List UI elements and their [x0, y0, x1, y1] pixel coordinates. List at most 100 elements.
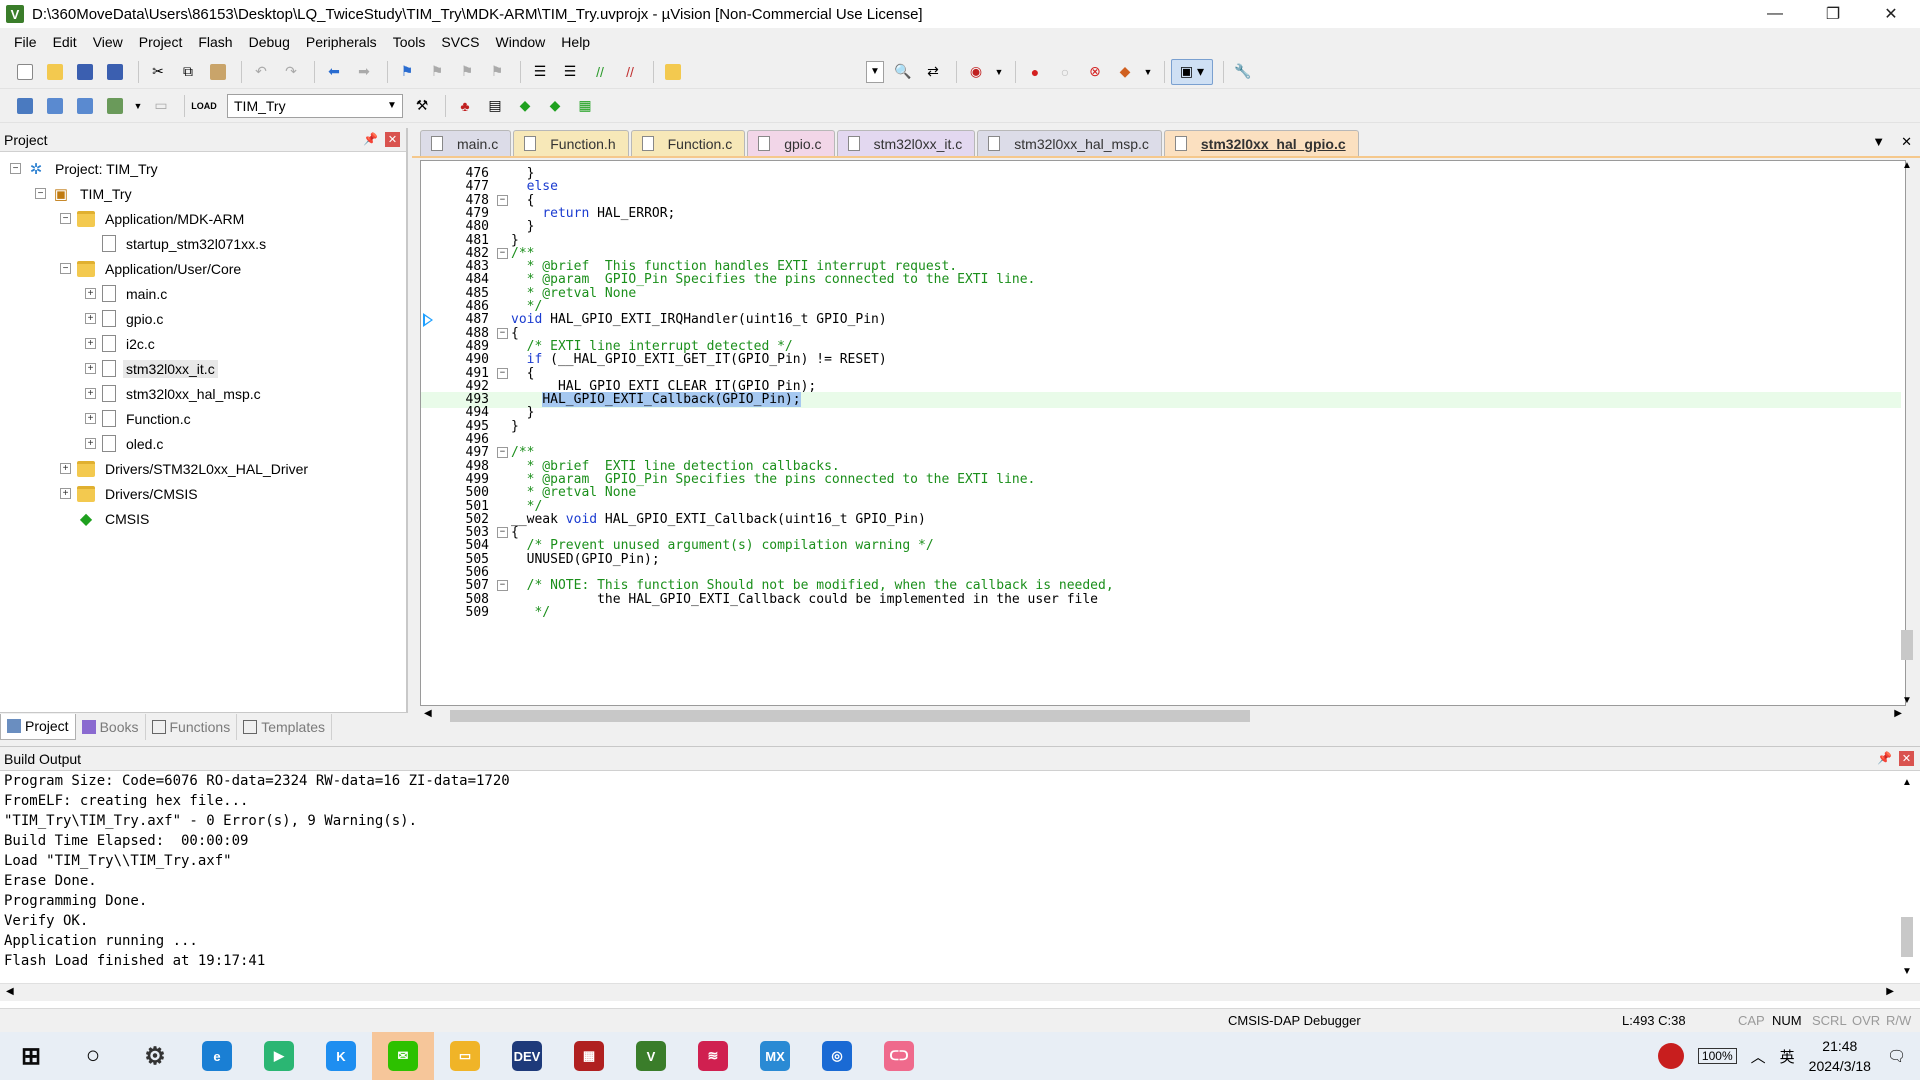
- configure-icon[interactable]: ◆: [1112, 59, 1138, 85]
- paste-icon[interactable]: [205, 59, 231, 85]
- build-output-vertical-scrollbar[interactable]: ▲ ▼: [1900, 777, 1914, 977]
- settings-wrench-icon[interactable]: 🔧: [1230, 59, 1256, 85]
- chevron-up-icon[interactable]: ︿: [1751, 1046, 1766, 1067]
- tab-templates[interactable]: Templates: [237, 713, 333, 740]
- tree-item[interactable]: − ▣ TIM_Try: [0, 181, 406, 206]
- kill-breakpoints-icon[interactable]: ⊗: [1082, 59, 1108, 85]
- menu-window[interactable]: Window: [488, 34, 554, 50]
- expand-icon[interactable]: +: [85, 288, 96, 299]
- minimize-button[interactable]: —: [1746, 0, 1804, 28]
- menu-file[interactable]: File: [6, 34, 45, 50]
- tree-item[interactable]: + main.c: [0, 281, 406, 306]
- nav-back-icon[interactable]: ⬅: [321, 59, 347, 85]
- expand-icon[interactable]: +: [60, 488, 71, 499]
- taskbar-stm32cubemx-icon[interactable]: MX: [744, 1032, 806, 1080]
- expand-icon[interactable]: +: [85, 363, 96, 374]
- taskbar-edge-icon[interactable]: e: [186, 1032, 248, 1080]
- tree-item[interactable]: + stm32l0xx_hal_msp.c: [0, 381, 406, 406]
- menu-tools[interactable]: Tools: [385, 34, 434, 50]
- tree-item[interactable]: − ✲ Project: TIM_Try: [0, 156, 406, 181]
- menu-peripherals[interactable]: Peripherals: [298, 34, 385, 50]
- translate-icon[interactable]: [12, 93, 38, 119]
- menu-edit[interactable]: Edit: [45, 34, 85, 50]
- tab-list-dropdown-icon[interactable]: ▼: [1872, 134, 1885, 150]
- replace-icon[interactable]: ⇄: [920, 59, 946, 85]
- batch-build-icon[interactable]: [102, 93, 128, 119]
- clear-bookmarks-icon[interactable]: ⚑: [484, 59, 510, 85]
- editor-horizontal-scrollbar[interactable]: ◀ ▶: [420, 706, 1906, 724]
- pack-installer-icon[interactable]: ◆: [512, 93, 538, 119]
- taskbar-app-grid-icon[interactable]: ▦: [558, 1032, 620, 1080]
- target-select[interactable]: TIM_Try ▼: [227, 93, 403, 118]
- fold-toggle-icon[interactable]: −: [497, 527, 508, 539]
- battery-icon[interactable]: 100%: [1697, 1048, 1737, 1064]
- pin-icon[interactable]: 📌: [363, 132, 378, 146]
- expand-icon[interactable]: +: [85, 413, 96, 424]
- tray-app-icon[interactable]: [1657, 1043, 1684, 1069]
- tab-project[interactable]: Project: [0, 713, 76, 740]
- file-extensions-icon[interactable]: ▤: [482, 93, 508, 119]
- tree-item[interactable]: + Drivers/STM32L0xx_HAL_Driver: [0, 456, 406, 481]
- debug-session-icon[interactable]: ◉: [963, 59, 989, 85]
- expand-icon[interactable]: +: [60, 463, 71, 474]
- tree-item[interactable]: + oled.c: [0, 431, 406, 456]
- debug-dropdown-icon[interactable]: ▼: [993, 59, 1005, 85]
- expand-icon[interactable]: +: [85, 388, 96, 399]
- copy-icon[interactable]: ⧉: [175, 59, 201, 85]
- expand-icon[interactable]: +: [85, 338, 96, 349]
- menu-debug[interactable]: Debug: [241, 34, 298, 50]
- code-editor[interactable]: 476 } 477 else 478− {479 return HAL_ERROR;…: [420, 160, 1906, 706]
- fold-toggle-icon[interactable]: −: [497, 194, 508, 206]
- tree-item[interactable]: + i2c.c: [0, 331, 406, 356]
- indent-icon[interactable]: ☰: [527, 59, 553, 85]
- ime-indicator[interactable]: 英: [1780, 1046, 1795, 1067]
- bookmark-icon[interactable]: ⚑: [394, 59, 420, 85]
- taskbar-green-app-icon[interactable]: ▶: [248, 1032, 310, 1080]
- tree-item[interactable]: ◆ CMSIS: [0, 506, 406, 531]
- disable-breakpoint-icon[interactable]: ○: [1052, 59, 1078, 85]
- find-in-files-icon[interactable]: [660, 59, 686, 85]
- window-layout-icon[interactable]: ▣ ▾: [1171, 58, 1213, 85]
- collapse-icon[interactable]: −: [10, 163, 21, 174]
- code-line[interactable]: 509 */: [421, 605, 1901, 621]
- fold-toggle-icon[interactable]: −: [497, 247, 508, 259]
- restore-button[interactable]: ❐: [1804, 0, 1862, 28]
- tree-item[interactable]: − Application/User/Core: [0, 256, 406, 281]
- run-time-env-icon[interactable]: ▦: [572, 93, 598, 119]
- taskbar-wechat-icon[interactable]: ✉: [372, 1032, 434, 1080]
- tab-books[interactable]: Books: [76, 713, 146, 740]
- close-icon[interactable]: ✕: [385, 132, 400, 147]
- next-bookmark-icon[interactable]: ⚑: [454, 59, 480, 85]
- taskbar-k-app-icon[interactable]: K: [310, 1032, 372, 1080]
- taskbar-start-icon[interactable]: ⊞: [0, 1032, 62, 1080]
- close-button[interactable]: ✕: [1862, 0, 1920, 28]
- editor-tab[interactable]: stm32l0xx_hal_gpio.c: [1163, 130, 1359, 156]
- taskbar-search-icon[interactable]: ○: [62, 1032, 124, 1080]
- target-options-icon[interactable]: ⚒: [409, 93, 435, 119]
- save-all-icon[interactable]: [102, 59, 128, 85]
- editor-tab[interactable]: stm32l0xx_it.c: [836, 130, 976, 156]
- tree-item[interactable]: + Drivers/CMSIS: [0, 481, 406, 506]
- redo-icon[interactable]: ↷: [278, 59, 304, 85]
- taskbar-devcpp-icon[interactable]: DEV: [496, 1032, 558, 1080]
- batch-dropdown-icon[interactable]: ▼: [132, 93, 144, 119]
- configure-dropdown-icon[interactable]: ▼: [1142, 59, 1154, 85]
- editor-tab[interactable]: main.c: [420, 130, 512, 156]
- pin-icon[interactable]: 📌: [1877, 751, 1892, 765]
- tab-functions[interactable]: Functions: [146, 713, 238, 740]
- build-output-text[interactable]: Program Size: Code=6076 RO-data=2324 RW-…: [0, 771, 1920, 971]
- undo-icon[interactable]: ↶: [248, 59, 274, 85]
- tree-item[interactable]: + stm32l0xx_it.c: [0, 356, 406, 381]
- build-icon[interactable]: [42, 93, 68, 119]
- fold-toggle-icon[interactable]: −: [497, 327, 508, 339]
- collapse-icon[interactable]: −: [35, 188, 46, 199]
- fold-toggle-icon[interactable]: −: [497, 367, 508, 379]
- download-load-icon[interactable]: LOAD: [191, 93, 217, 119]
- build-output-horizontal-scrollbar[interactable]: ◀ ▶: [0, 983, 1920, 1001]
- new-file-icon[interactable]: [12, 59, 38, 85]
- tree-item[interactable]: − Application/MDK-ARM: [0, 206, 406, 231]
- taskbar-blue-app-icon[interactable]: ◎: [806, 1032, 868, 1080]
- tree-item[interactable]: startup_stm32l071xx.s: [0, 231, 406, 256]
- menu-view[interactable]: View: [85, 34, 131, 50]
- cut-icon[interactable]: ✂: [145, 59, 171, 85]
